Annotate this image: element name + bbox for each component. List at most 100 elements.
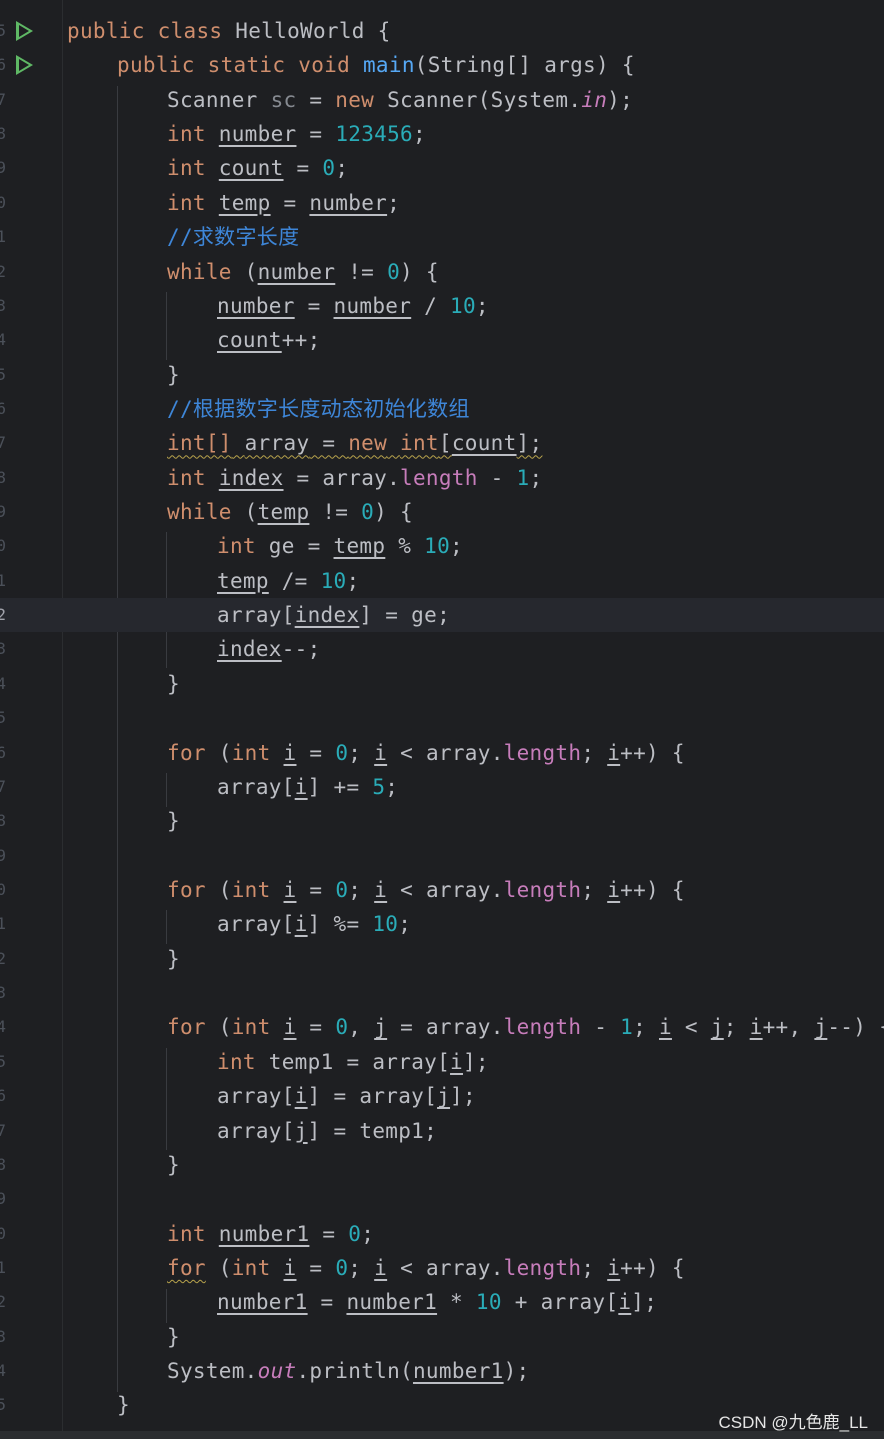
code-text: }	[167, 1152, 180, 1177]
code-token: i	[374, 878, 388, 902]
code-text: array[i] %= 10;	[217, 912, 412, 937]
code-line[interactable]: 4}	[0, 667, 884, 701]
code-editor[interactable]: 5 public class HelloWorld {6 public static…	[0, 0, 884, 1439]
code-line[interactable]: 7 array[i] += 5;	[0, 770, 884, 804]
code-token: i	[659, 1015, 672, 1040]
code-line[interactable]: 4 System.out.println(number1);	[0, 1354, 884, 1388]
code-token: i	[374, 1255, 388, 1280]
line-number: 5	[0, 364, 6, 384]
code-line[interactable]: 4 count++;	[0, 323, 884, 357]
code-line[interactable]: 5}	[0, 358, 884, 392]
code-line[interactable]: 9 while (temp != 0) {	[0, 495, 884, 529]
code-token: 0	[322, 156, 336, 181]
code-token: i	[283, 1015, 297, 1040]
code-line[interactable]: 7 array[j] = temp1;	[0, 1114, 884, 1148]
code-token: args	[544, 53, 596, 78]
code-line[interactable]: 3}	[0, 1320, 884, 1354]
code-token: number	[217, 293, 295, 318]
code-token: count	[217, 328, 282, 353]
code-line[interactable]: 8 int index = array.length - 1;	[0, 461, 884, 495]
code-token: for	[167, 1255, 206, 1280]
code-token: 0	[361, 500, 375, 525]
line-number: 9	[0, 502, 6, 522]
line-number: 5	[0, 21, 6, 40]
code-line[interactable]: 6 array[i] = array[j];	[0, 1079, 884, 1113]
code-line[interactable]: 0 int number1 = 0;	[0, 1217, 884, 1251]
code-token: i	[294, 1084, 308, 1109]
code-line[interactable]: 1 array[i] %= 10;	[0, 907, 884, 941]
code-token: j	[814, 1015, 828, 1040]
code-line[interactable]: 8 int number = 123456;	[0, 117, 884, 151]
code-text: number = number / 10;	[217, 293, 489, 318]
code-line[interactable]: 6 public static void main(String[] args) …	[0, 48, 884, 82]
code-token: array	[425, 1015, 491, 1040]
code-line[interactable]: 6 //根据数字长度动态初始化数组	[0, 392, 884, 426]
run-main-icon[interactable]	[16, 21, 33, 41]
code-token: i	[749, 1015, 763, 1040]
code-line-current[interactable]: 2 array[index] = ge;	[0, 598, 884, 633]
code-text: array[index] = ge;	[217, 603, 451, 628]
code-line[interactable]: 8}	[0, 804, 884, 838]
code-text: //根据数字长度动态初始化数组	[167, 392, 470, 426]
code-line[interactable]: 9	[0, 1182, 884, 1216]
code-token: index	[294, 603, 360, 628]
code-token: new	[348, 431, 388, 456]
code-text: public static void main(String[] args) {	[117, 53, 635, 78]
code-text: for (int i = 0, j = array.length - 1; i …	[167, 1015, 884, 1040]
code-token: 10	[450, 293, 476, 318]
code-token: main	[362, 53, 415, 78]
code-line[interactable]: 5	[0, 701, 884, 735]
code-token: 10	[320, 568, 347, 593]
line-number: 7	[0, 1120, 6, 1140]
code-token: //求数字长度	[167, 225, 300, 250]
code-token: index	[217, 637, 282, 662]
code-line[interactable]: 1 //求数字长度	[0, 220, 884, 254]
code-line[interactable]: 7 int[] array = new int[count];	[0, 426, 884, 460]
code-line[interactable]: 1 for (int i = 0; i < array.length; i++) …	[0, 1251, 884, 1285]
code-line[interactable]: 1 temp /= 10;	[0, 564, 884, 598]
code-token: //根据数字长度动态初始化数组	[167, 396, 470, 421]
code-token: 10	[475, 1290, 502, 1315]
line-number: 3	[0, 639, 6, 659]
code-token: length	[503, 1015, 582, 1040]
code-token: array	[322, 465, 388, 490]
code-line[interactable]: 5 int temp1 = array[i];	[0, 1045, 884, 1079]
code-token: static	[207, 53, 286, 78]
line-number: 5	[0, 1051, 6, 1071]
code-text: System.out.println(number1);	[167, 1359, 530, 1384]
code-line[interactable]: 2 while (number != 0) {	[0, 255, 884, 289]
code-line[interactable]: 3 index--;	[0, 632, 884, 666]
line-number: 2	[0, 1292, 6, 1312]
line-number: 3	[0, 1326, 6, 1346]
code-token: 123456	[335, 122, 413, 147]
line-number: 4	[0, 330, 6, 350]
code-token: number	[333, 293, 412, 318]
line-number: 0	[0, 536, 6, 556]
code-token: 5	[372, 774, 386, 799]
code-line[interactable]: 2 number1 = number1 * 10 + array[i];	[0, 1285, 884, 1319]
code-line[interactable]: 2}	[0, 942, 884, 976]
code-line[interactable]: 5 public class HelloWorld {	[0, 14, 884, 48]
run-main-icon[interactable]	[16, 55, 33, 76]
code-token: number1	[346, 1290, 438, 1315]
code-line[interactable]: 3	[0, 976, 884, 1010]
code-line[interactable]: 8}	[0, 1148, 884, 1182]
code-token: i	[294, 912, 308, 937]
code-line[interactable]: 6 for (int i = 0; i < array.length; i++) …	[0, 736, 884, 770]
code-line[interactable]: 0 for (int i = 0; i < array.length; i++) …	[0, 873, 884, 907]
code-token: i	[374, 740, 388, 765]
code-token: 0	[335, 740, 349, 765]
code-line[interactable]: 7 Scanner sc = new Scanner(System.in);	[0, 83, 884, 117]
code-line[interactable]: 0 int ge = temp % 10;	[0, 529, 884, 563]
line-number: 1	[0, 1257, 6, 1277]
code-line[interactable]: 4 for (int i = 0, j = array.length - 1; i…	[0, 1010, 884, 1044]
code-line[interactable]: 9 int count = 0;	[0, 151, 884, 185]
line-number: 2	[0, 605, 6, 625]
code-line[interactable]: 3 number = number / 10;	[0, 289, 884, 323]
code-token: void	[298, 53, 351, 78]
code-line[interactable]: 0 int temp = number;	[0, 186, 884, 220]
code-token: array	[425, 1255, 491, 1280]
code-text: array[i] += 5;	[217, 774, 399, 799]
code-line[interactable]: 9	[0, 839, 884, 873]
code-token: class	[157, 19, 223, 43]
